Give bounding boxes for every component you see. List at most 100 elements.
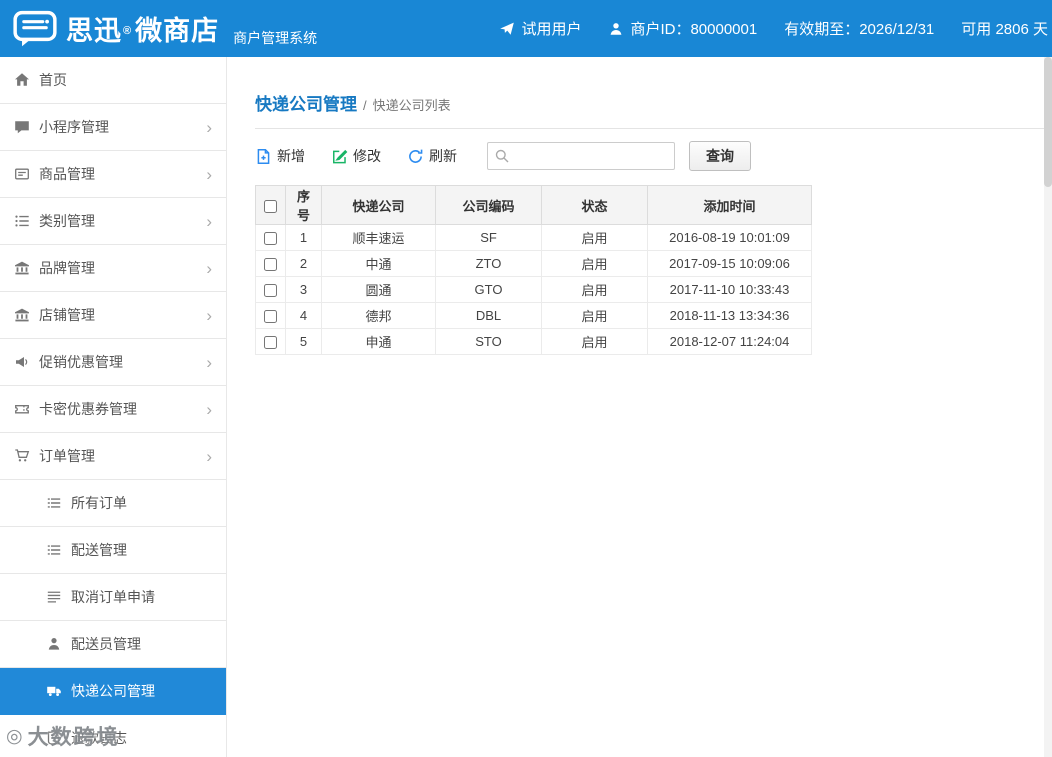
list-icon (46, 495, 62, 511)
sidebar-item-label: 类别管理 (39, 213, 95, 229)
sidebar-item-label: 小程序管理 (39, 119, 109, 135)
table-row[interactable]: 2 中通 ZTO 启用 2017-09-15 10:09:06 (255, 250, 812, 277)
breadcrumb-separator: / (363, 98, 367, 113)
submenu-item-express-companies[interactable]: 快递公司管理 (0, 668, 226, 715)
submenu-item-label: 配送员管理 (71, 636, 141, 652)
table-row[interactable]: 4 德邦 DBL 启用 2018-11-13 13:34:36 (255, 302, 812, 329)
main-content: 快递公司管理 / 快递公司列表 新增 修改 刷新 查询 序号 快递公司 公司编码… (227, 57, 1052, 757)
cell-status: 启用 (541, 328, 648, 355)
log-icon (46, 730, 62, 746)
cell-no: 2 (285, 250, 322, 277)
checkbox-cell (255, 250, 286, 277)
submenu-item-label: 所有订单 (71, 495, 127, 511)
add-label: 新增 (277, 148, 305, 164)
promotion-icon (14, 354, 30, 370)
sidebar-item-shop[interactable]: 店铺管理 › (0, 292, 226, 339)
sidebar: 首页 小程序管理 › 商品管理 › 类别管理 › 品牌管理 › 店铺管理 › 促… (0, 57, 227, 757)
cell-added: 2018-11-13 13:34:36 (647, 302, 812, 329)
col-header-added: 添加时间 (647, 185, 812, 225)
cell-company: 中通 (321, 250, 436, 277)
cell-added: 2016-08-19 10:01:09 (647, 224, 812, 251)
app-logo-icon (12, 10, 58, 48)
merchant-id-badge: 商户ID：80000001 (608, 18, 757, 39)
registered-mark: ® (123, 24, 133, 37)
merchant-id-label: 商户ID：80000001 (630, 21, 758, 38)
sidebar-item-brand[interactable]: 品牌管理 › (0, 245, 226, 292)
checkbox-cell (255, 328, 286, 355)
sidebar-item-home[interactable]: 首页 (0, 57, 226, 104)
days-available-badge: 可用 2806 天 (961, 18, 1048, 39)
sidebar-item-category[interactable]: 类别管理 › (0, 198, 226, 245)
chevron-right-icon: › (206, 211, 212, 231)
sidebar-item-orders[interactable]: 订单管理 › (0, 433, 226, 480)
submenu-item-delivery[interactable]: 配送管理 (0, 527, 226, 574)
sidebar-item-miniprogram[interactable]: 小程序管理 › (0, 104, 226, 151)
vertical-scrollbar[interactable] (1044, 57, 1052, 757)
cell-code: SF (435, 224, 542, 251)
edit-button[interactable]: 修改 (331, 146, 381, 166)
cell-company: 德邦 (321, 302, 436, 329)
submenu-item-label: 取消订单申请 (71, 589, 155, 605)
express-company-table: 序号 快递公司 公司编码 状态 添加时间 1 顺丰速运 SF 启用 2016-0… (255, 185, 812, 355)
row-checkbox[interactable] (264, 284, 277, 298)
table-header-row: 序号 快递公司 公司编码 状态 添加时间 (255, 185, 812, 225)
chevron-right-icon: › (206, 258, 212, 278)
brand-name: 思迅 (66, 16, 122, 46)
sidebar-item-coupon[interactable]: 卡密优惠券管理 › (0, 386, 226, 433)
submenu-item-all-orders[interactable]: 所有订单 (0, 480, 226, 527)
sidebar-item-label: 卡密优惠券管理 (39, 401, 137, 417)
col-header-code: 公司编码 (435, 185, 542, 225)
search-input[interactable] (487, 142, 675, 170)
query-button[interactable]: 查询 (689, 141, 751, 171)
chevron-right-icon: › (206, 164, 212, 184)
submenu-item-couriers[interactable]: 配送员管理 (0, 621, 226, 668)
table-row[interactable]: 3 圆通 GTO 启用 2017-11-10 10:33:43 (255, 276, 812, 303)
row-checkbox[interactable] (264, 232, 277, 246)
row-checkbox[interactable] (264, 310, 277, 324)
coupon-icon (14, 401, 30, 417)
refresh-label: 刷新 (429, 148, 457, 164)
valid-until-label: 有效期至：2026/12/31 (784, 21, 935, 38)
trial-user-label: 试用用户 (521, 21, 582, 38)
header-status-bar: 试用用户 商户ID：80000001 有效期至：2026/12/31 可用 28… (499, 0, 1052, 57)
paper-plane-icon (499, 21, 515, 37)
submenu-item-cancel-requests[interactable]: 取消订单申请 (0, 574, 226, 621)
top-header: 思迅® 微商店 商户管理系统 试用用户 商户ID：80000001 有效期至：20… (0, 0, 1052, 57)
refresh-button[interactable]: 刷新 (407, 146, 457, 166)
toolbar: 新增 修改 刷新 查询 (255, 141, 1052, 171)
cell-code: STO (435, 328, 542, 355)
brand-product: 微商店 (135, 16, 220, 46)
row-checkbox[interactable] (264, 336, 277, 350)
sidebar-item-goods[interactable]: 商品管理 › (0, 151, 226, 198)
cell-no: 3 (285, 276, 322, 303)
chevron-right-icon: › (206, 117, 212, 137)
cell-added: 2017-09-15 10:09:06 (647, 250, 812, 277)
add-button[interactable]: 新增 (255, 146, 305, 166)
col-header-company: 快递公司 (321, 185, 436, 225)
cell-status: 启用 (541, 224, 648, 251)
goods-icon (14, 166, 30, 182)
cell-code: GTO (435, 276, 542, 303)
shop-icon (14, 307, 30, 323)
select-all-checkbox[interactable] (264, 199, 277, 213)
scrollbar-thumb[interactable] (1044, 57, 1052, 187)
search-box (487, 142, 675, 170)
sidebar-item-label: 首页 (39, 72, 67, 88)
sidebar-item-label: 促销优惠管理 (39, 354, 123, 370)
row-checkbox[interactable] (264, 258, 277, 272)
edit-label: 修改 (353, 148, 381, 164)
submenu-item-label: 配送管理 (71, 542, 127, 558)
sidebar-item-promotion[interactable]: 促销优惠管理 › (0, 339, 226, 386)
cell-status: 启用 (541, 276, 648, 303)
table-row[interactable]: 1 顺丰速运 SF 启用 2016-08-19 10:01:09 (255, 224, 812, 251)
submenu-item-refund-log[interactable]: 退款日志 (0, 715, 226, 757)
checkbox-cell (255, 302, 286, 329)
mini-program-icon (14, 119, 30, 135)
chevron-right-icon: › (206, 352, 212, 372)
list-icon (46, 542, 62, 558)
search-icon (494, 148, 510, 164)
trial-user-badge[interactable]: 试用用户 (499, 18, 581, 39)
list-icon (46, 589, 62, 605)
table-row[interactable]: 5 申通 STO 启用 2018-12-07 11:24:04 (255, 328, 812, 355)
order-cart-icon (14, 448, 30, 464)
